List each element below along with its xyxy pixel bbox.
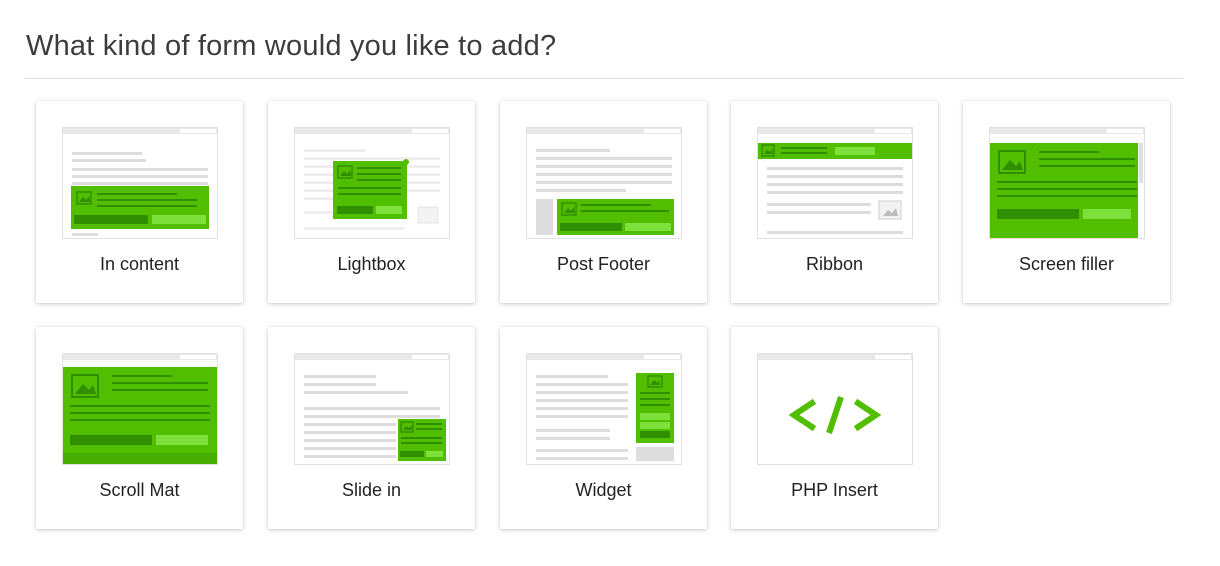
form-type-widget[interactable]: Widget [500,327,707,529]
in-content-icon [62,127,218,239]
form-type-label: Ribbon [805,254,864,274]
page-title: What kind of form would you like to add? [26,30,557,62]
form-type-label: Slide in [341,480,402,500]
form-type-label: Post Footer [556,254,651,274]
post-footer-icon [526,127,682,239]
form-type-scroll-mat[interactable]: Scroll Mat [36,327,243,529]
form-type-slide-in[interactable]: Slide in [268,327,475,529]
ribbon-icon [757,127,913,239]
scroll-mat-icon [62,353,218,465]
screen-filler-icon [989,127,1145,239]
form-type-label: PHP Insert [791,480,878,500]
form-type-in-content[interactable]: In content [36,101,243,303]
form-type-php-insert[interactable]: PHP Insert [731,327,938,529]
form-type-post-footer[interactable]: Post Footer [500,101,707,303]
form-type-label: Scroll Mat [99,480,180,500]
lightbox-icon [294,127,450,239]
form-type-label: Lightbox [337,254,406,274]
form-type-label: Screen filler [1018,254,1115,274]
form-type-label: In content [99,254,180,274]
form-type-screen-filler[interactable]: Screen filler [963,101,1170,303]
slide-in-icon [294,353,450,465]
divider [25,78,1183,79]
form-type-label: Widget [575,480,632,500]
form-type-ribbon[interactable]: Ribbon [731,101,938,303]
php-insert-icon [757,353,913,465]
form-type-lightbox[interactable]: Lightbox [268,101,475,303]
widget-icon [526,353,682,465]
